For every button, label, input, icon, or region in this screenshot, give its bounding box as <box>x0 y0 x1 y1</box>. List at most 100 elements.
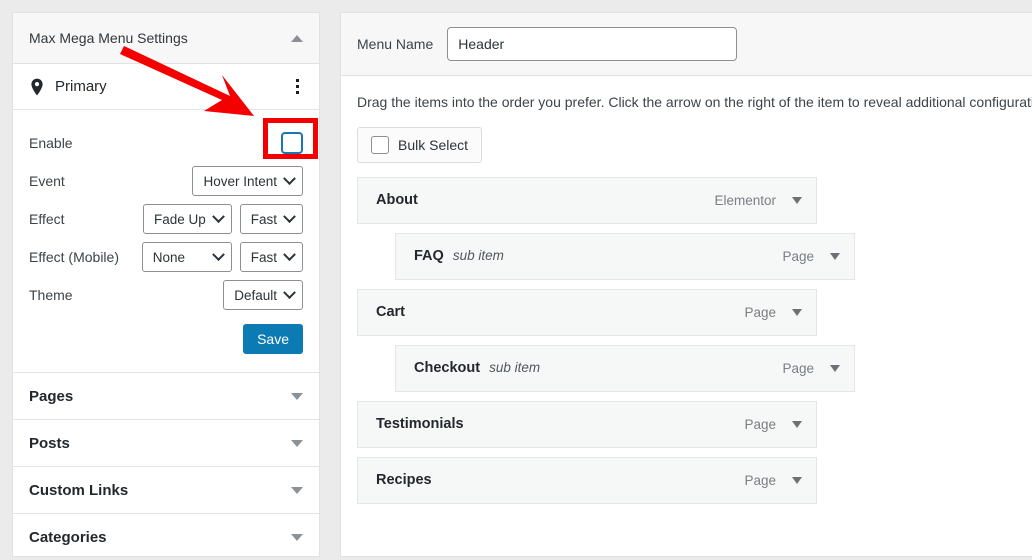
vertical-dots-icon[interactable] <box>292 75 303 98</box>
menu-item-title: FAQ <box>414 248 444 265</box>
setting-row-theme: Theme Default <box>29 276 303 314</box>
effect-label: Effect <box>29 211 65 227</box>
effect-speed-value: Fast <box>250 211 277 227</box>
setting-row-event: Event Hover Intent <box>29 162 303 200</box>
event-label: Event <box>29 173 65 189</box>
accordion-item-custom-links[interactable]: Custom Links <box>13 466 319 513</box>
chevron-down-icon <box>283 285 296 299</box>
menu-item-left: Testimonials <box>376 416 464 432</box>
expand-caret-icon[interactable] <box>792 308 802 316</box>
menu-item-title: About <box>376 192 418 209</box>
menu-item-sub-label: sub item <box>452 248 504 264</box>
triangle-down-icon <box>291 392 303 400</box>
effect-mobile-select[interactable]: None <box>141 242 232 272</box>
theme-label: Theme <box>29 287 73 303</box>
menu-item-title: Cart <box>376 304 406 321</box>
menu-location-primary[interactable]: Primary <box>13 64 319 110</box>
theme-select[interactable]: Default <box>223 280 303 310</box>
menu-location-left: Primary <box>29 78 107 96</box>
menu-item-testimonials[interactable]: Testimonials Page <box>357 400 817 448</box>
menu-item-right: Page <box>744 417 802 432</box>
menu-item-right: Page <box>782 249 840 264</box>
triangle-up-icon[interactable] <box>291 34 303 42</box>
accordion-label: Pages <box>29 387 74 405</box>
menu-item-right: Elementor <box>714 193 802 208</box>
enable-label: Enable <box>29 135 73 151</box>
effect-mobile-label: Effect (Mobile) <box>29 249 119 265</box>
bulk-select-button[interactable]: Bulk Select <box>357 126 483 163</box>
expand-caret-icon[interactable] <box>792 420 802 428</box>
accordion-item-pages[interactable]: Pages <box>13 372 319 419</box>
effect-speed-select[interactable]: Fast <box>239 204 303 234</box>
effect-select-value: Fade Up <box>153 211 206 227</box>
triangle-down-icon <box>291 439 303 447</box>
accordion-label: Custom Links <box>29 481 129 499</box>
drag-hint-text: Drag the items into the order you prefer… <box>357 94 1032 110</box>
setting-row-enable: Enable <box>29 124 303 162</box>
menu-item-left: Recipes <box>376 472 432 488</box>
theme-select-value: Default <box>234 287 277 303</box>
screen: Max Mega Menu Settings Primary Enable Ev… <box>0 0 1032 557</box>
menu-item-right: Page <box>782 361 840 376</box>
effect-mobile-select-value: None <box>152 249 186 265</box>
menu-item-title: Recipes <box>376 472 432 489</box>
menu-item-left: Checkout sub item <box>414 360 540 376</box>
expand-caret-icon[interactable] <box>830 364 840 372</box>
event-select-value: Hover Intent <box>203 173 277 189</box>
menu-name-row: Menu Name <box>341 13 1032 76</box>
event-controls: Hover Intent <box>192 166 303 196</box>
effect-controls: Fade Up Fast <box>142 204 303 234</box>
menu-item-type: Page <box>782 248 814 264</box>
menu-item-type: Page <box>744 304 776 320</box>
enable-controls <box>281 132 303 154</box>
menu-item-recipes[interactable]: Recipes Page <box>357 456 817 504</box>
panel-header[interactable]: Max Mega Menu Settings <box>13 13 319 64</box>
menu-item-title: Testimonials <box>376 416 464 433</box>
accordion-item-categories[interactable]: Categories <box>13 513 319 560</box>
menu-item-about[interactable]: About Elementor <box>357 176 817 224</box>
bulk-select-checkbox[interactable] <box>371 135 389 154</box>
accordion-label: Posts <box>29 434 70 452</box>
menu-items-list: About Elementor FAQ sub item Page Cart P… <box>357 176 1032 504</box>
page-title: Max Mega Menu Settings <box>29 30 188 46</box>
menu-structure-body: Drag the items into the order you prefer… <box>341 76 1032 529</box>
menu-item-type: Page <box>744 416 776 432</box>
menu-item-cart[interactable]: Cart Page <box>357 288 817 336</box>
triangle-down-icon <box>291 533 303 541</box>
effect-mobile-controls: None Fast <box>141 242 303 272</box>
menu-name-input[interactable] <box>447 27 738 61</box>
effect-mobile-speed-select[interactable]: Fast <box>239 242 303 272</box>
menu-item-sub-label: sub item <box>489 360 541 376</box>
menu-item-left: Cart <box>376 304 405 320</box>
map-pin-icon <box>31 78 43 95</box>
menu-item-checkout[interactable]: Checkout sub item Page <box>395 344 855 392</box>
settings-form: Enable Event Hover Intent Effect Fade Up… <box>13 110 319 372</box>
menu-item-faq[interactable]: FAQ sub item Page <box>395 232 855 280</box>
menu-item-type: Page <box>744 472 776 488</box>
accordion-label: Categories <box>29 528 107 546</box>
chevron-down-icon <box>283 247 296 261</box>
event-select[interactable]: Hover Intent <box>192 166 303 196</box>
menu-location-label: Primary <box>55 78 107 95</box>
expand-caret-icon[interactable] <box>792 476 802 484</box>
menu-name-label: Menu Name <box>357 36 434 52</box>
effect-select[interactable]: Fade Up <box>142 204 232 234</box>
max-mega-menu-settings-panel: Max Mega Menu Settings Primary Enable Ev… <box>12 12 320 557</box>
effect-mobile-speed-value: Fast <box>250 249 277 265</box>
menu-item-type: Elementor <box>714 192 776 208</box>
accordion-list: Pages Posts Custom Links Categories <box>13 372 319 560</box>
theme-controls: Default <box>223 280 303 310</box>
enable-checkbox[interactable] <box>281 132 303 154</box>
save-button[interactable]: Save <box>243 324 303 354</box>
accordion-item-posts[interactable]: Posts <box>13 419 319 466</box>
menu-item-left: About <box>376 192 418 208</box>
chevron-down-icon <box>283 171 296 185</box>
expand-caret-icon[interactable] <box>792 196 802 204</box>
chevron-down-icon <box>211 209 225 223</box>
save-row: Save <box>29 324 303 354</box>
menu-item-right: Page <box>744 473 802 488</box>
menu-item-type: Page <box>782 360 814 376</box>
triangle-down-icon <box>291 486 303 494</box>
expand-caret-icon[interactable] <box>830 252 840 260</box>
chevron-down-icon <box>283 209 296 223</box>
